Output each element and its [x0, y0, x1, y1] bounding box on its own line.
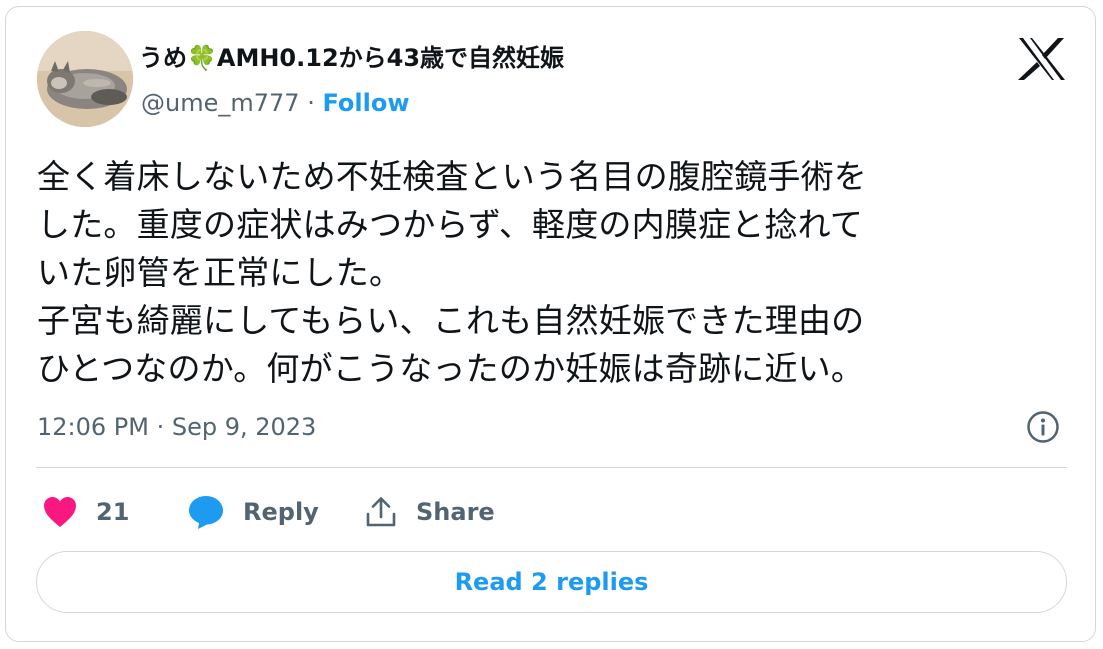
speech-bubble-icon [189, 496, 223, 529]
user-handle[interactable]: @ume_m777 [141, 89, 300, 117]
tweet-card: うめ🍀AMH0.12から43歳で自然妊娠 @ume_m777 · Follow … [5, 6, 1096, 642]
share-label: Share [416, 498, 495, 526]
reply-label: Reply [243, 498, 319, 526]
cat-photo-icon [37, 31, 133, 127]
tweet-text-line: 子宮も綺麗にしてもらい、これも自然妊娠できた理由の [37, 301, 865, 340]
follow-button[interactable]: Follow [322, 89, 409, 117]
share-icon [366, 497, 396, 527]
like-count: 21 [96, 498, 130, 526]
x-logo-icon[interactable] [1017, 36, 1067, 82]
tweet-text-line: した。重度の症状はみつからず、軽度の内膜症と捻れて [37, 205, 864, 244]
read-replies-button[interactable]: Read 2 replies [36, 551, 1067, 613]
tweet-text-line: いた卵管を正常にした。 [37, 253, 403, 292]
divider [36, 467, 1067, 468]
tweet-text: 全く着床しないため不妊検査という名目の腹腔鏡手術を した。重度の症状はみつからず… [37, 153, 1057, 393]
tweet-timestamp[interactable]: 12:06 PM · Sep 9, 2023 [37, 411, 316, 443]
avatar[interactable] [37, 31, 133, 127]
handle-row: @ume_m777 · Follow [141, 87, 410, 119]
reply-button[interactable]: Reply [187, 494, 319, 530]
info-icon[interactable] [1025, 409, 1061, 445]
heart-icon [44, 497, 76, 527]
like-button[interactable]: 21 [42, 494, 129, 530]
display-name[interactable]: うめ🍀AMH0.12から43歳で自然妊娠 [139, 42, 564, 74]
separator-dot: · [307, 89, 315, 117]
tweet-text-line: ひとつなのか。何がこうなったのか妊娠は奇跡に近い。 [37, 349, 865, 388]
share-button[interactable]: Share [364, 494, 495, 530]
tweet-text-line: 全く着床しないため不妊検査という名目の腹腔鏡手術を [37, 157, 867, 196]
